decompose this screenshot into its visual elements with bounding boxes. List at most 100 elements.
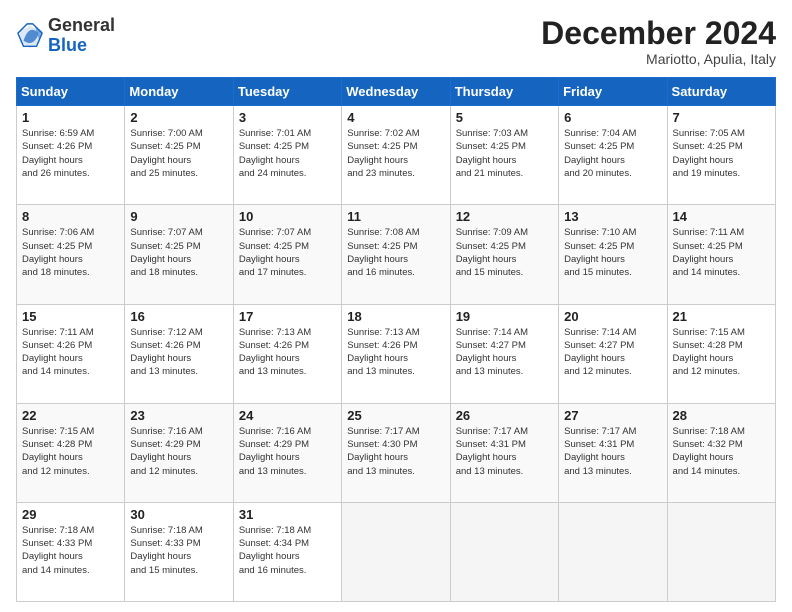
calendar-cell: 31Sunrise: 7:18 AMSunset: 4:34 PMDayligh… bbox=[233, 502, 341, 601]
calendar-cell bbox=[342, 502, 450, 601]
calendar-cell: 7Sunrise: 7:05 AMSunset: 4:25 PMDaylight… bbox=[667, 106, 775, 205]
cell-content: Sunrise: 7:03 AMSunset: 4:25 PMDaylight … bbox=[456, 128, 528, 179]
day-number: 20 bbox=[564, 309, 661, 324]
day-number: 13 bbox=[564, 209, 661, 224]
cell-content: Sunrise: 7:18 AMSunset: 4:32 PMDaylight … bbox=[673, 426, 745, 477]
day-number: 1 bbox=[22, 110, 119, 125]
cell-content: Sunrise: 7:16 AMSunset: 4:29 PMDaylight … bbox=[130, 426, 202, 477]
cell-content: Sunrise: 7:01 AMSunset: 4:25 PMDaylight … bbox=[239, 128, 311, 179]
calendar-cell bbox=[450, 502, 558, 601]
header: General Blue December 2024 Mariotto, Apu… bbox=[16, 16, 776, 67]
cell-content: Sunrise: 7:11 AMSunset: 4:26 PMDaylight … bbox=[22, 327, 94, 378]
cell-content: Sunrise: 7:12 AMSunset: 4:26 PMDaylight … bbox=[130, 327, 202, 378]
day-number: 30 bbox=[130, 507, 227, 522]
logo-icon bbox=[16, 22, 44, 50]
day-number: 15 bbox=[22, 309, 119, 324]
calendar-cell: 6 Sunrise: 7:04 AMSunset: 4:25 PMDaylight… bbox=[559, 106, 667, 205]
calendar-cell: 24Sunrise: 7:16 AMSunset: 4:29 PMDayligh… bbox=[233, 403, 341, 502]
calendar-cell: 5 Sunrise: 7:03 AMSunset: 4:25 PMDaylight… bbox=[450, 106, 558, 205]
day-number: 18 bbox=[347, 309, 444, 324]
col-thursday: Thursday bbox=[450, 78, 558, 106]
cell-content: Sunrise: 7:15 AMSunset: 4:28 PMDaylight … bbox=[673, 327, 745, 378]
logo-text-block: General Blue bbox=[48, 16, 115, 56]
day-number: 5 bbox=[456, 110, 553, 125]
day-number: 6 bbox=[564, 110, 661, 125]
cell-content: Sunrise: 7:06 AMSunset: 4:25 PMDaylight … bbox=[22, 227, 94, 278]
cell-content: Sunrise: 7:18 AMSunset: 4:34 PMDaylight … bbox=[239, 525, 311, 576]
calendar-cell: 8 Sunrise: 7:06 AMSunset: 4:25 PMDaylight… bbox=[17, 205, 125, 304]
day-number: 23 bbox=[130, 408, 227, 423]
cell-content: Sunrise: 7:16 AMSunset: 4:29 PMDaylight … bbox=[239, 426, 311, 477]
col-monday: Monday bbox=[125, 78, 233, 106]
day-number: 10 bbox=[239, 209, 336, 224]
cell-content: Sunrise: 7:17 AMSunset: 4:31 PMDaylight … bbox=[456, 426, 528, 477]
calendar-cell: 23 Sunrise: 7:16 AMSunset: 4:29 PMDayligh… bbox=[125, 403, 233, 502]
cell-content: Sunrise: 7:18 AMSunset: 4:33 PMDaylight … bbox=[22, 525, 94, 576]
calendar-cell bbox=[667, 502, 775, 601]
day-number: 29 bbox=[22, 507, 119, 522]
calendar-cell: 10Sunrise: 7:07 AMSunset: 4:25 PMDayligh… bbox=[233, 205, 341, 304]
month-title: December 2024 bbox=[541, 16, 776, 51]
logo-general: General bbox=[48, 15, 115, 35]
calendar-cell: 11Sunrise: 7:08 AMSunset: 4:25 PMDayligh… bbox=[342, 205, 450, 304]
cell-content: Sunrise: 7:17 AMSunset: 4:30 PMDaylight … bbox=[347, 426, 419, 477]
cell-content: Sunrise: 7:09 AMSunset: 4:25 PMDaylight … bbox=[456, 227, 528, 278]
calendar-cell: 15 Sunrise: 7:11 AMSunset: 4:26 PMDayligh… bbox=[17, 304, 125, 403]
day-number: 19 bbox=[456, 309, 553, 324]
cell-content: Sunrise: 7:08 AMSunset: 4:25 PMDaylight … bbox=[347, 227, 419, 278]
cell-content: Sunrise: 7:11 AMSunset: 4:25 PMDaylight … bbox=[673, 227, 745, 278]
calendar-cell: 29 Sunrise: 7:18 AMSunset: 4:33 PMDayligh… bbox=[17, 502, 125, 601]
cell-content: Sunrise: 7:17 AMSunset: 4:31 PMDaylight … bbox=[564, 426, 636, 477]
cell-content: Sunrise: 6:59 AMSunset: 4:26 PMDaylight … bbox=[22, 128, 94, 179]
calendar-cell: 17 Sunrise: 7:13 AMSunset: 4:26 PMDayligh… bbox=[233, 304, 341, 403]
cell-content: Sunrise: 7:02 AMSunset: 4:25 PMDaylight … bbox=[347, 128, 419, 179]
calendar-cell bbox=[559, 502, 667, 601]
day-number: 26 bbox=[456, 408, 553, 423]
header-row: Sunday Monday Tuesday Wednesday Thursday… bbox=[17, 78, 776, 106]
calendar-week-2: 15 Sunrise: 7:11 AMSunset: 4:26 PMDayligh… bbox=[17, 304, 776, 403]
day-number: 21 bbox=[673, 309, 770, 324]
day-number: 14 bbox=[673, 209, 770, 224]
day-number: 27 bbox=[564, 408, 661, 423]
calendar-cell: 1 Sunrise: 6:59 AMSunset: 4:26 PMDaylight… bbox=[17, 106, 125, 205]
cell-content: Sunrise: 7:04 AMSunset: 4:25 PMDaylight … bbox=[564, 128, 636, 179]
cell-content: Sunrise: 7:00 AMSunset: 4:25 PMDaylight … bbox=[130, 128, 202, 179]
calendar-cell: 22Sunrise: 7:15 AMSunset: 4:28 PMDayligh… bbox=[17, 403, 125, 502]
calendar-cell: 14 Sunrise: 7:11 AMSunset: 4:25 PMDayligh… bbox=[667, 205, 775, 304]
day-number: 9 bbox=[130, 209, 227, 224]
calendar-week-0: 1 Sunrise: 6:59 AMSunset: 4:26 PMDaylight… bbox=[17, 106, 776, 205]
cell-content: Sunrise: 7:18 AMSunset: 4:33 PMDaylight … bbox=[130, 525, 202, 576]
col-saturday: Saturday bbox=[667, 78, 775, 106]
col-sunday: Sunday bbox=[17, 78, 125, 106]
col-tuesday: Tuesday bbox=[233, 78, 341, 106]
day-number: 8 bbox=[22, 209, 119, 224]
cell-content: Sunrise: 7:13 AMSunset: 4:26 PMDaylight … bbox=[239, 327, 311, 378]
title-block: December 2024 Mariotto, Apulia, Italy bbox=[541, 16, 776, 67]
calendar-week-3: 22Sunrise: 7:15 AMSunset: 4:28 PMDayligh… bbox=[17, 403, 776, 502]
calendar-cell: 18 Sunrise: 7:13 AMSunset: 4:26 PMDayligh… bbox=[342, 304, 450, 403]
cell-content: Sunrise: 7:05 AMSunset: 4:25 PMDaylight … bbox=[673, 128, 745, 179]
calendar-cell: 28 Sunrise: 7:18 AMSunset: 4:32 PMDayligh… bbox=[667, 403, 775, 502]
calendar-cell: 25 Sunrise: 7:17 AMSunset: 4:30 PMDayligh… bbox=[342, 403, 450, 502]
day-number: 25 bbox=[347, 408, 444, 423]
calendar-week-1: 8 Sunrise: 7:06 AMSunset: 4:25 PMDaylight… bbox=[17, 205, 776, 304]
cell-content: Sunrise: 7:07 AMSunset: 4:25 PMDaylight … bbox=[130, 227, 202, 278]
cell-content: Sunrise: 7:10 AMSunset: 4:25 PMDaylight … bbox=[564, 227, 636, 278]
cell-content: Sunrise: 7:13 AMSunset: 4:26 PMDaylight … bbox=[347, 327, 419, 378]
location-subtitle: Mariotto, Apulia, Italy bbox=[541, 51, 776, 67]
calendar-body: 1 Sunrise: 6:59 AMSunset: 4:26 PMDaylight… bbox=[17, 106, 776, 602]
day-number: 16 bbox=[130, 309, 227, 324]
day-number: 28 bbox=[673, 408, 770, 423]
col-friday: Friday bbox=[559, 78, 667, 106]
logo: General Blue bbox=[16, 16, 115, 56]
calendar-cell: 19Sunrise: 7:14 AMSunset: 4:27 PMDayligh… bbox=[450, 304, 558, 403]
logo-text: General Blue bbox=[48, 16, 115, 56]
day-number: 2 bbox=[130, 110, 227, 125]
day-number: 12 bbox=[456, 209, 553, 224]
page: General Blue December 2024 Mariotto, Apu… bbox=[0, 0, 792, 612]
day-number: 22 bbox=[22, 408, 119, 423]
calendar-cell: 2 Sunrise: 7:00 AMSunset: 4:25 PMDaylight… bbox=[125, 106, 233, 205]
calendar-cell: 16 Sunrise: 7:12 AMSunset: 4:26 PMDayligh… bbox=[125, 304, 233, 403]
day-number: 17 bbox=[239, 309, 336, 324]
calendar-table: Sunday Monday Tuesday Wednesday Thursday… bbox=[16, 77, 776, 602]
